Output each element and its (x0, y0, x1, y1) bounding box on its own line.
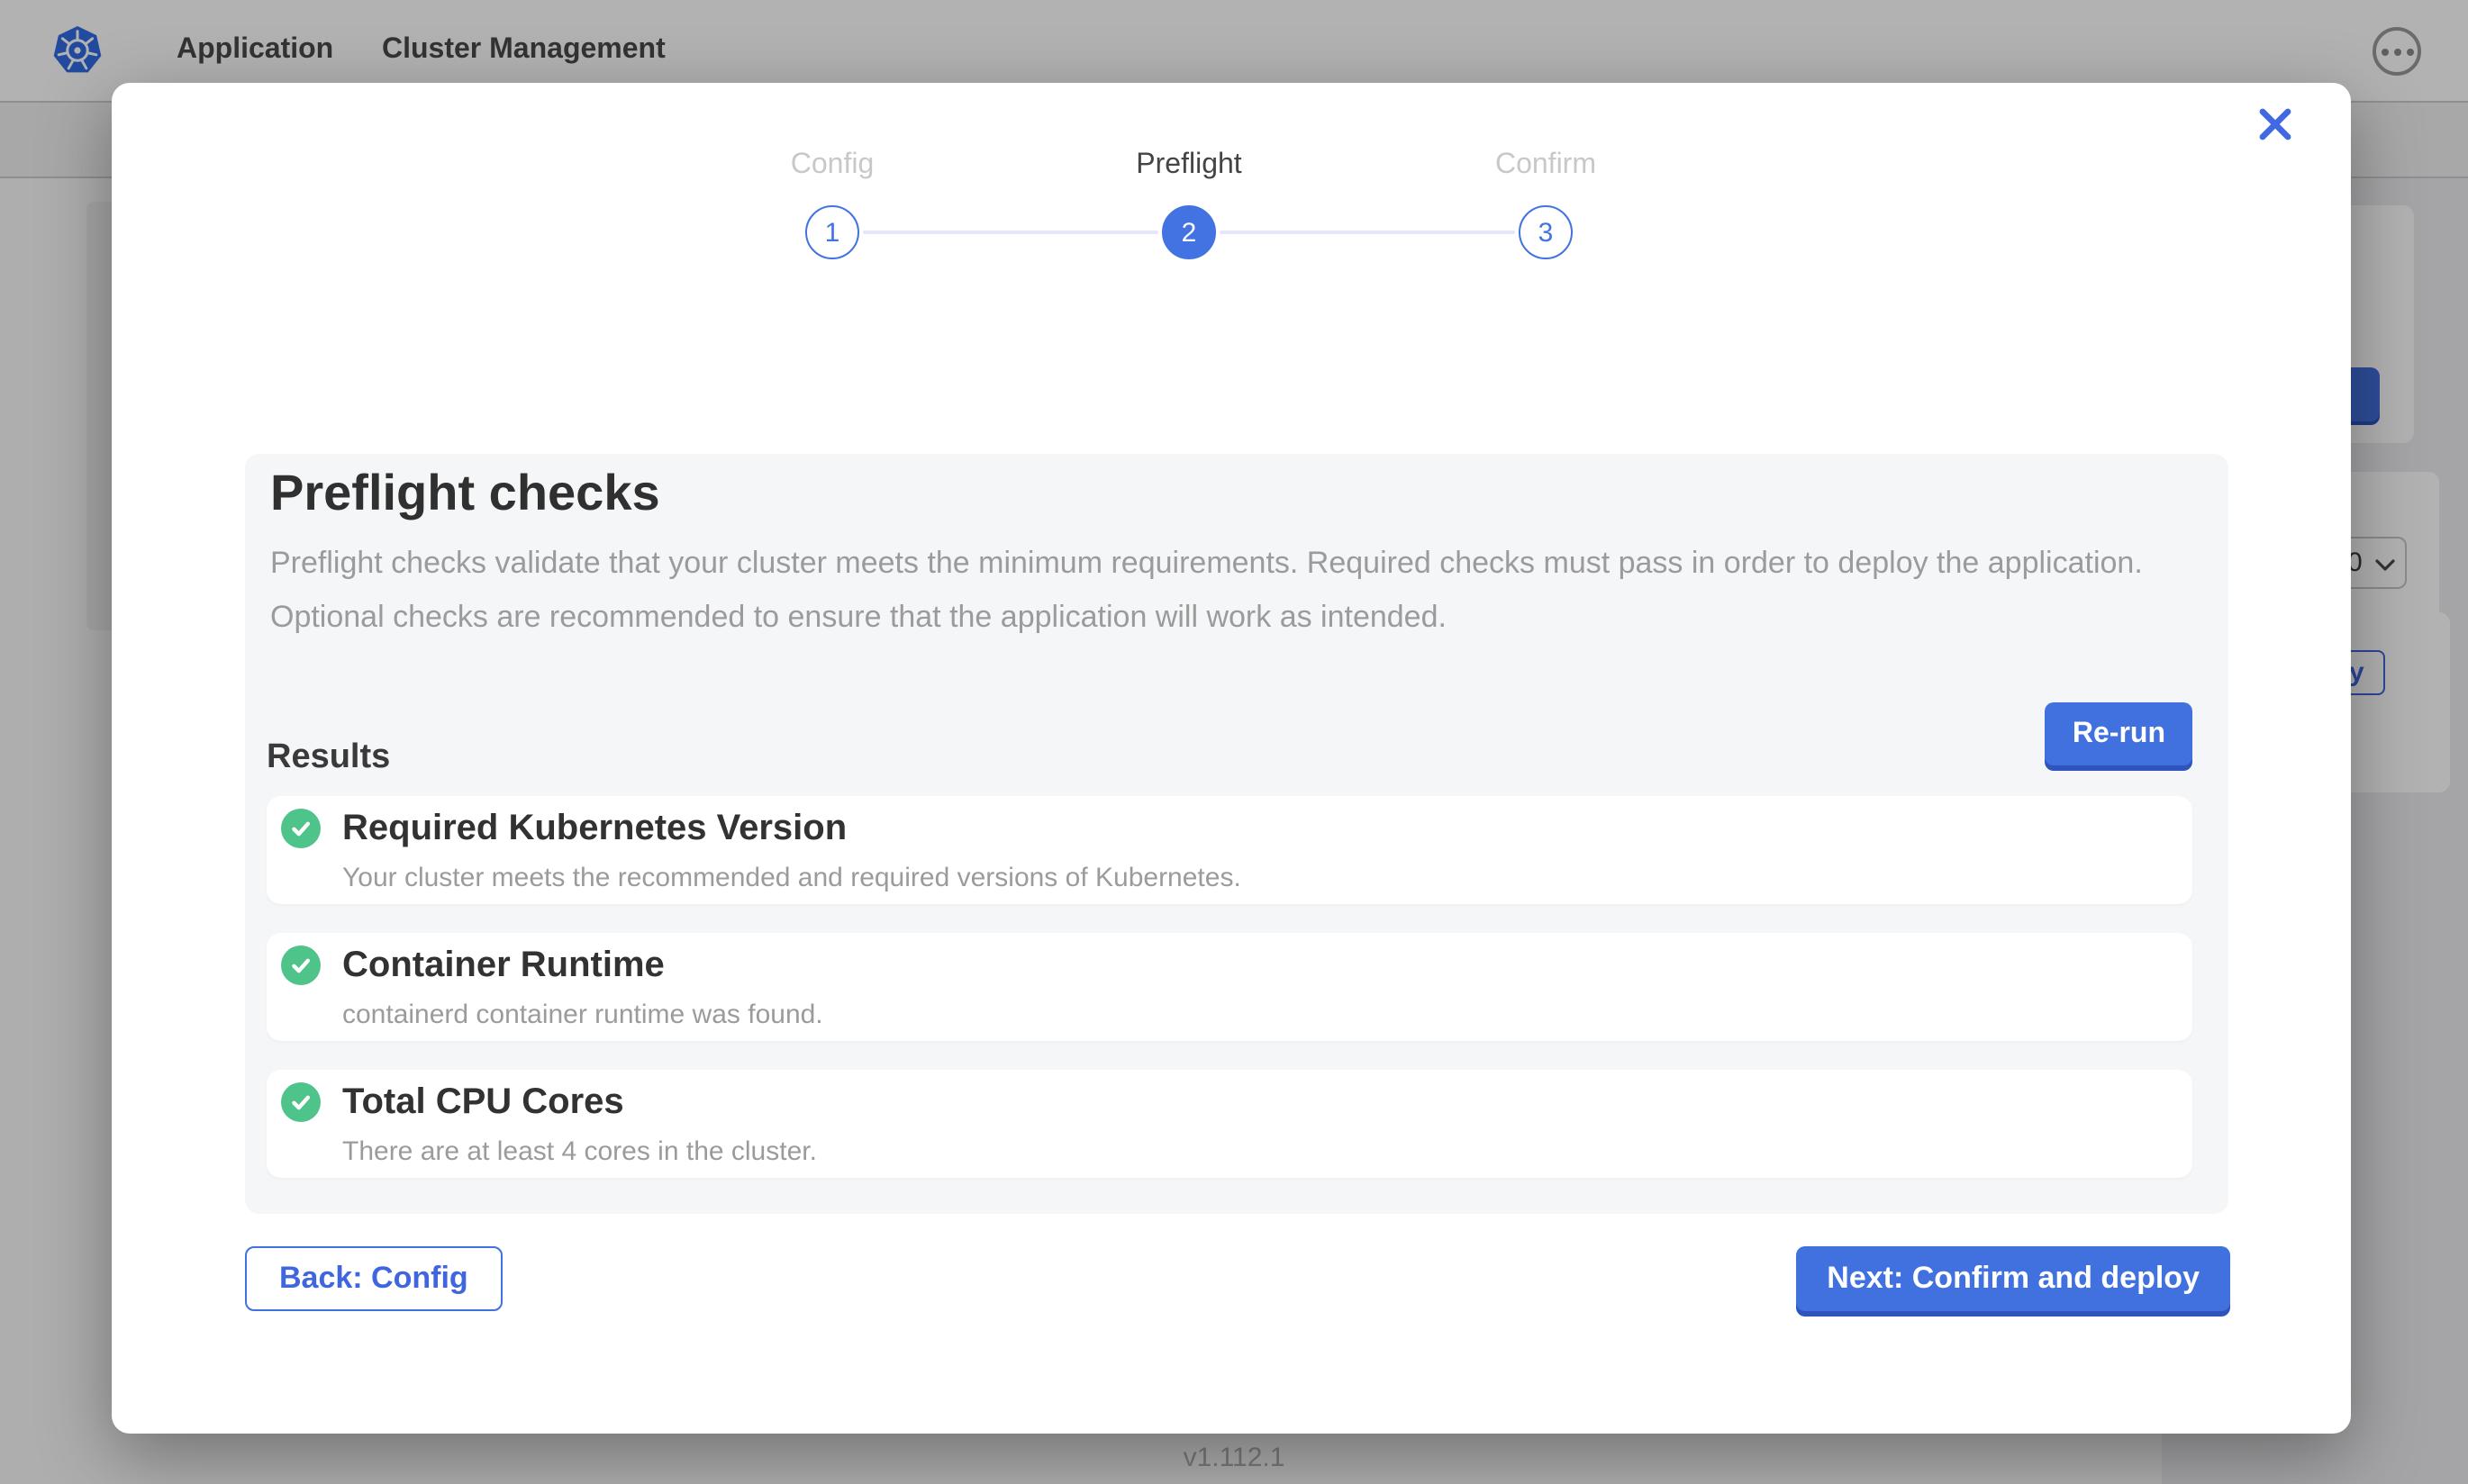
result-row: Required Kubernetes Version Your cluster… (267, 796, 2192, 904)
result-row: Container Runtime containerd container r… (267, 933, 2192, 1041)
result-title: Total CPU Cores (342, 1082, 624, 1124)
stepper-step: Config 1 (654, 148, 1011, 259)
result-row: Total CPU Cores There are at least 4 cor… (267, 1070, 2192, 1178)
modal-title: Preflight checks (270, 461, 660, 526)
results-heading: Results (267, 738, 390, 778)
wizard-stepper: Config 1 Preflight 2 Confirm 3 (654, 148, 1724, 259)
stepper-step: Preflight 2 (1011, 148, 1367, 259)
step-circle[interactable]: 2 (1162, 205, 1216, 259)
step-label: Config (654, 148, 1011, 184)
stepper-connector-2 (1220, 231, 1515, 234)
result-detail: There are at least 4 cores in the cluste… (342, 1136, 817, 1167)
close-icon[interactable] (2255, 104, 2295, 144)
check-icon (281, 946, 321, 985)
result-detail: containerd container runtime was found. (342, 1000, 823, 1030)
modal-description: Preflight checks validate that your clus… (270, 537, 2173, 645)
preflight-panel: Preflight checks Preflight checks valida… (245, 454, 2228, 1214)
check-icon (281, 809, 321, 848)
app-viewport: 0 y Application (0, 0, 2468, 1484)
back-button[interactable]: Back: Config (245, 1246, 503, 1311)
result-title: Required Kubernetes Version (342, 809, 847, 850)
step-label: Preflight (1011, 148, 1367, 184)
step-circle[interactable]: 1 (805, 205, 859, 259)
rerun-button[interactable]: Re-run (2046, 702, 2192, 765)
preflight-modal: Config 1 Preflight 2 Confirm 3 Preflight… (112, 83, 2351, 1434)
stepper-connector-1 (863, 231, 1158, 234)
next-button[interactable]: Next: Confirm and deploy (1796, 1246, 2230, 1311)
result-detail: Your cluster meets the recommended and r… (342, 863, 1241, 893)
result-title: Container Runtime (342, 946, 665, 987)
check-icon (281, 1082, 321, 1122)
stepper-step: Confirm 3 (1367, 148, 1724, 259)
step-circle[interactable]: 3 (1519, 205, 1573, 259)
step-label: Confirm (1367, 148, 1724, 184)
results-list: Required Kubernetes Version Your cluster… (267, 796, 2192, 1178)
